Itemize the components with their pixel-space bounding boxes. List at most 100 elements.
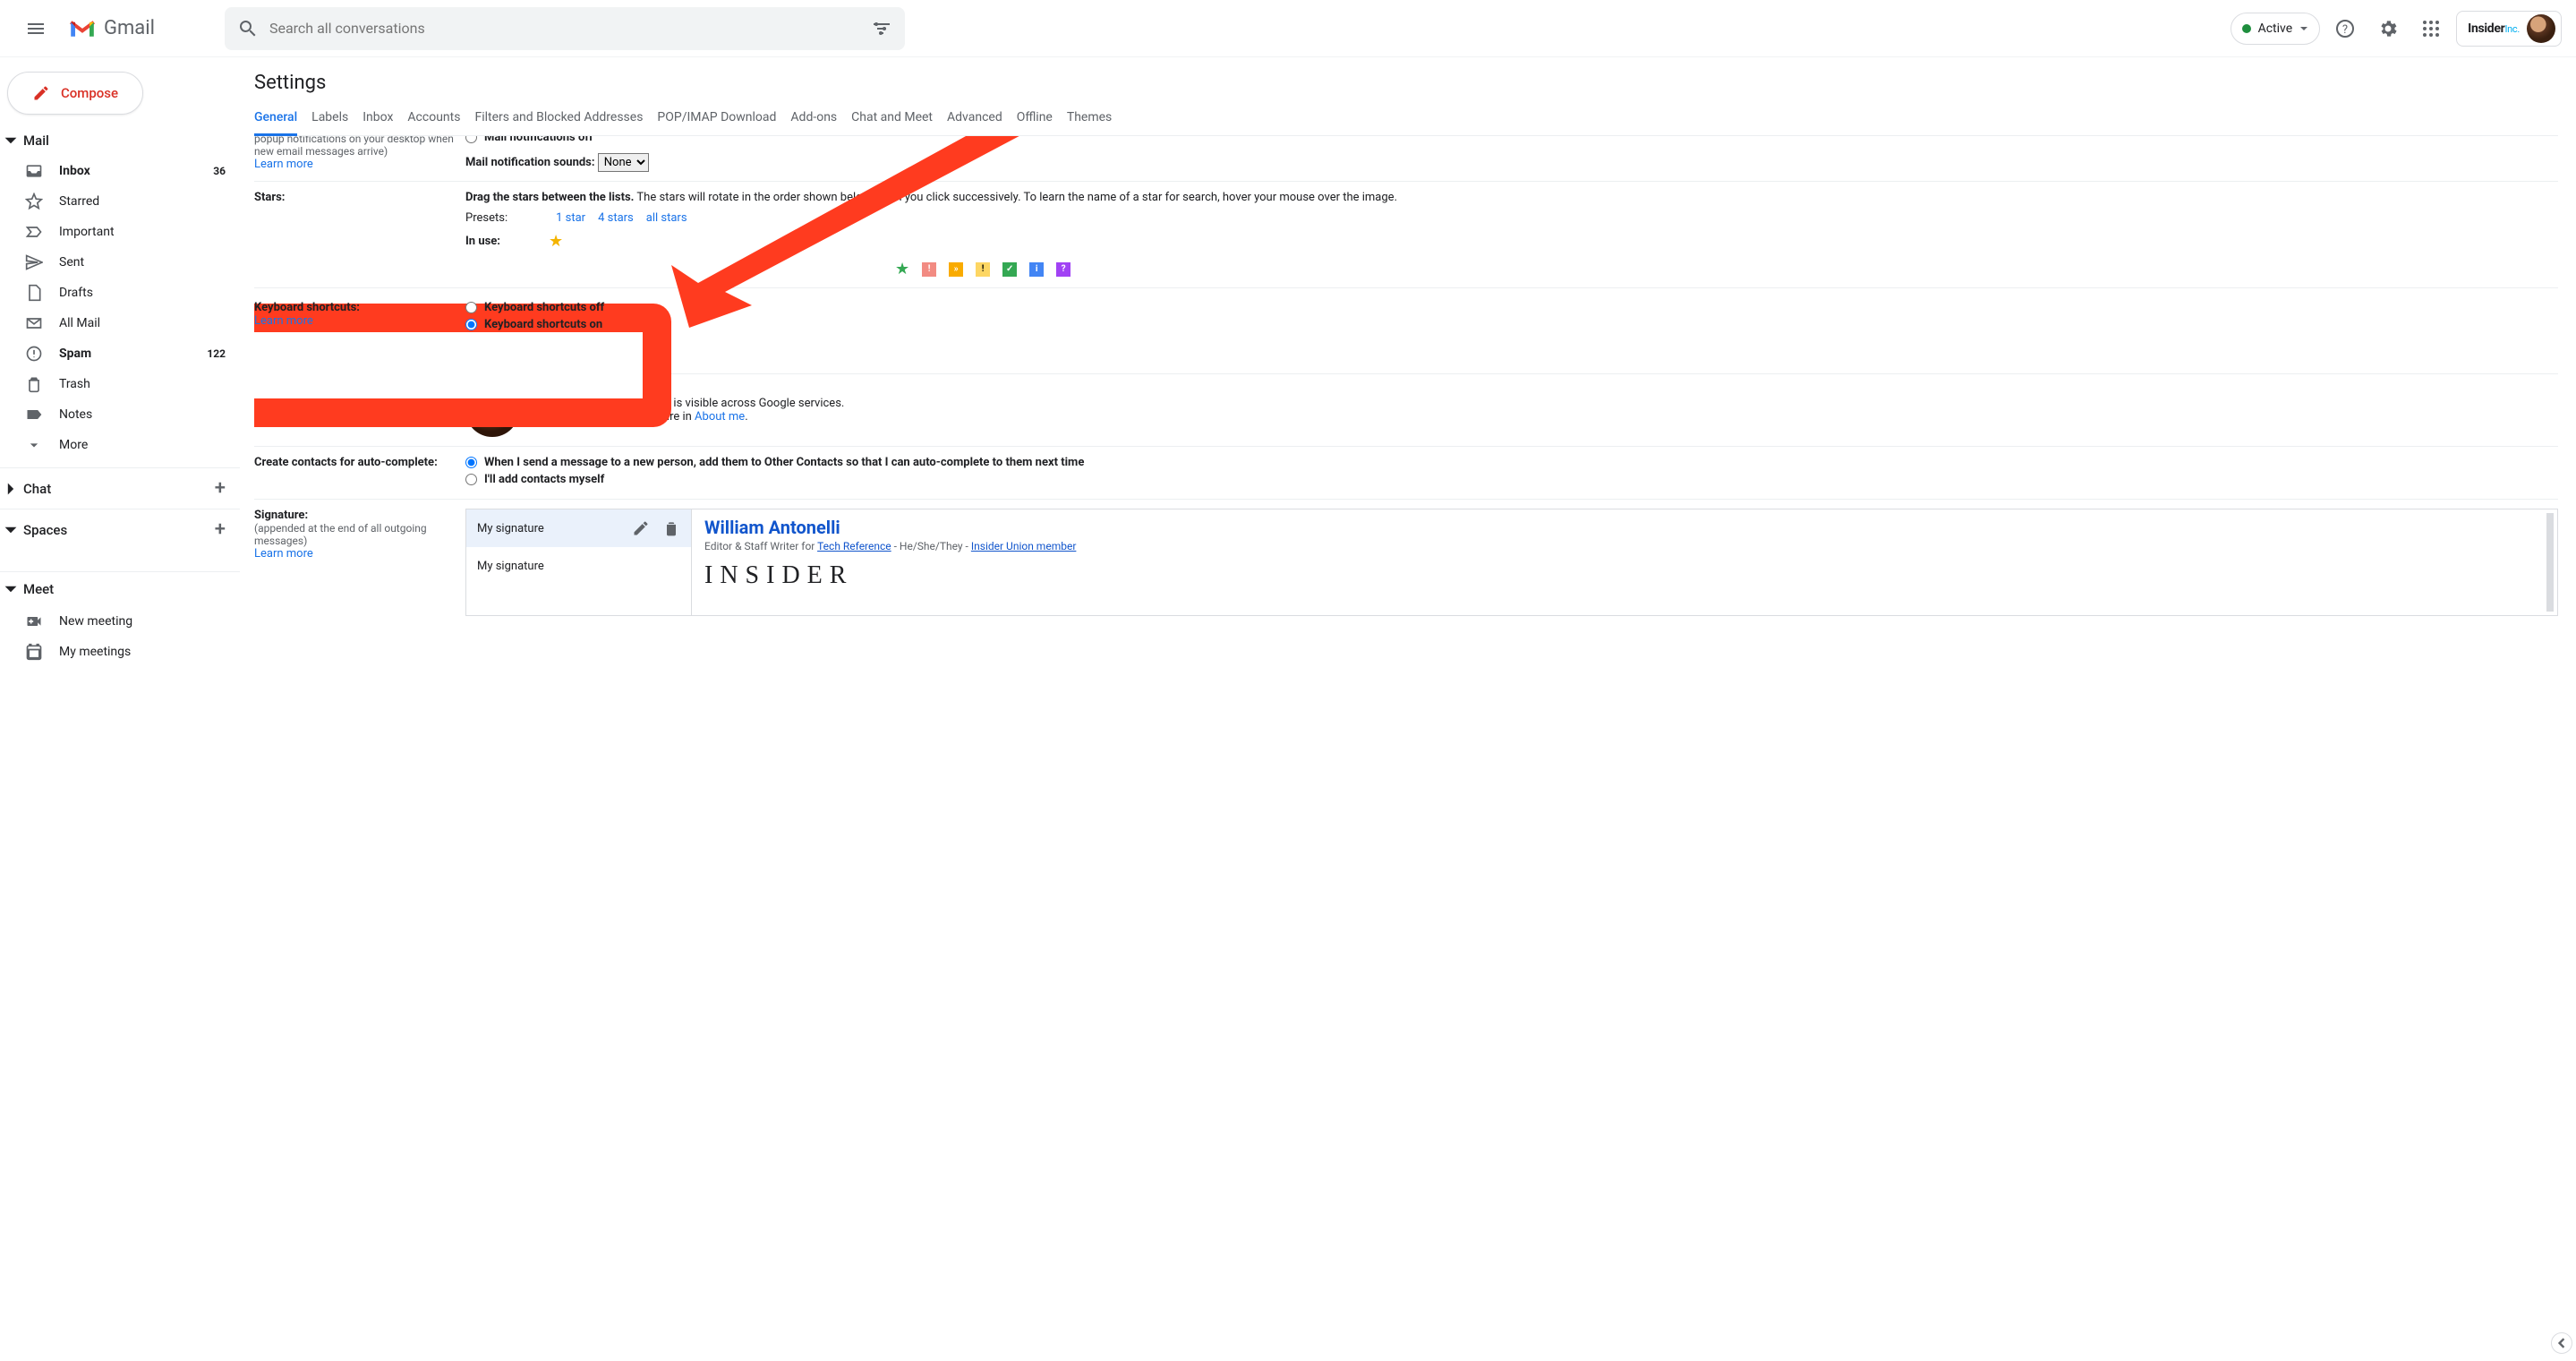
chat-add-button[interactable]: +	[215, 477, 226, 500]
tab-accounts[interactable]: Accounts	[407, 103, 460, 135]
tab-add-ons[interactable]: Add-ons	[790, 103, 837, 135]
search-input[interactable]	[269, 20, 860, 37]
side-panel-toggle[interactable]	[2551, 1332, 2572, 1354]
about-me-link[interactable]: About me	[695, 410, 745, 424]
tab-pop-imap-download[interactable]: POP/IMAP Download	[657, 103, 776, 135]
caret-right-icon	[4, 482, 18, 496]
send-icon	[25, 253, 43, 271]
contacts-manual-radio[interactable]	[465, 474, 477, 485]
check-green-icon[interactable]: ✓	[1002, 262, 1017, 277]
tab-themes[interactable]: Themes	[1067, 103, 1112, 135]
compose-button[interactable]: Compose	[7, 72, 143, 115]
sidebar-item-drafts[interactable]: Drafts	[0, 278, 240, 308]
page-title: Settings	[254, 72, 2558, 94]
spaces-add-button[interactable]: +	[215, 518, 226, 541]
tab-offline[interactable]: Offline	[1017, 103, 1053, 135]
my-meetings-item[interactable]: My meetings	[0, 637, 240, 667]
notif-off-radio[interactable]	[465, 136, 477, 143]
pencil-icon	[32, 84, 50, 102]
org-name: InsiderInc.	[2468, 21, 2520, 36]
sidebar-item-inbox[interactable]: Inbox36	[0, 156, 240, 186]
status-chip[interactable]: Active	[2231, 13, 2321, 45]
more-icon	[25, 436, 43, 454]
spaces-section-header[interactable]: Spaces +	[0, 513, 240, 546]
arrows-orange-icon[interactable]: »	[949, 262, 963, 277]
sidebar: Compose Mail Inbox36StarredImportantSent…	[0, 57, 240, 1361]
important-icon	[25, 223, 43, 241]
settings-tabs: General Labels Inbox Accounts Filters and Bl…	[254, 103, 2558, 136]
signature-item[interactable]: My signature	[466, 547, 691, 585]
sidebar-item-more[interactable]: More	[0, 430, 240, 460]
info-blue-icon[interactable]: i	[1029, 262, 1044, 277]
scrollbar[interactable]	[2546, 513, 2554, 612]
caret-down-icon	[4, 133, 18, 148]
chevron-left-icon	[2556, 1338, 2567, 1348]
apps-grid-icon	[2420, 18, 2442, 39]
preset-1star-link[interactable]: 1 star	[556, 211, 585, 225]
signature-preview[interactable]: William Antonelli Editor & Staff Writer …	[692, 509, 2557, 615]
status-label: Active	[2258, 21, 2293, 36]
mail-nav: Inbox36StarredImportantSentDraftsAll Mai…	[0, 152, 240, 464]
spam-icon	[25, 345, 43, 363]
new-meeting-item[interactable]: New meeting	[0, 606, 240, 637]
preset-allstars-link[interactable]: all stars	[646, 211, 687, 225]
mail-section-header[interactable]: Mail	[0, 129, 240, 152]
help-button[interactable]: ?	[2327, 11, 2363, 47]
account-chip[interactable]: InsiderInc.	[2456, 11, 2562, 47]
star-icon	[25, 193, 43, 210]
apps-button[interactable]	[2413, 11, 2449, 47]
sig-learn-more-link[interactable]: Learn more	[254, 547, 455, 561]
tab-chat-and-meet[interactable]: Chat and Meet	[851, 103, 933, 135]
caret-down-icon	[2299, 24, 2308, 33]
kb-off-radio[interactable]	[465, 302, 477, 313]
hamburger-icon	[25, 18, 47, 39]
insider-union-link[interactable]: Insider Union member	[971, 540, 1077, 552]
calendar-icon	[25, 643, 43, 661]
sidebar-item-spam[interactable]: Spam122	[0, 338, 240, 369]
tab-labels[interactable]: Labels	[311, 103, 348, 135]
caret-down-icon	[4, 523, 18, 537]
sidebar-item-starred[interactable]: Starred	[0, 186, 240, 217]
settings-button[interactable]	[2370, 11, 2406, 47]
inbox-icon	[25, 162, 43, 180]
contacts-auto-radio[interactable]	[465, 457, 477, 468]
sidebar-item-trash[interactable]: Trash	[0, 369, 240, 399]
app-header: Gmail Active ? InsiderInc.	[0, 0, 2576, 57]
sidebar-item-all-mail[interactable]: All Mail	[0, 308, 240, 338]
tab-inbox[interactable]: Inbox	[363, 103, 393, 135]
kb-learn-more-link[interactable]: Learn more	[254, 314, 455, 328]
notif-sound-select[interactable]: None	[598, 153, 649, 172]
gear-icon	[2377, 18, 2399, 39]
chat-section-header[interactable]: Chat +	[0, 472, 240, 505]
trash-icon	[25, 375, 43, 393]
allmail-icon	[25, 314, 43, 332]
bang-red-icon[interactable]: !	[922, 262, 936, 277]
search-bar[interactable]	[225, 7, 905, 50]
tech-reference-link[interactable]: Tech Reference	[817, 540, 891, 552]
tab-advanced[interactable]: Advanced	[947, 103, 1002, 135]
question-purple-icon[interactable]: ?	[1056, 262, 1070, 277]
gmail-logo[interactable]: Gmail	[68, 17, 155, 39]
compose-label: Compose	[61, 85, 118, 101]
meet-section-header[interactable]: Meet	[0, 576, 240, 603]
kb-on-radio[interactable]	[465, 319, 477, 330]
tab-general[interactable]: General	[254, 103, 297, 136]
signature-item[interactable]: My signature	[466, 509, 691, 547]
bang-yellow-icon[interactable]: !	[976, 262, 990, 277]
avatar	[2527, 14, 2555, 43]
edit-icon[interactable]	[632, 519, 650, 537]
star-yellow-icon[interactable]: ★	[549, 232, 563, 251]
svg-text:?: ?	[2342, 23, 2348, 37]
notif-learn-more-link[interactable]: Learn more	[254, 158, 455, 171]
sidebar-item-important[interactable]: Important	[0, 217, 240, 247]
draft-icon	[25, 284, 43, 302]
delete-icon[interactable]	[662, 519, 680, 537]
search-options-icon[interactable]	[871, 18, 892, 39]
sidebar-item-sent[interactable]: Sent	[0, 247, 240, 278]
sidebar-item-notes[interactable]: Notes	[0, 399, 240, 430]
preset-4stars-link[interactable]: 4 stars	[598, 211, 634, 225]
main-menu-button[interactable]	[14, 7, 57, 50]
label-icon	[25, 406, 43, 424]
tab-filters-and-blocked-addresses[interactable]: Filters and Blocked Addresses	[474, 103, 643, 135]
star-green-icon[interactable]: ★	[895, 260, 909, 278]
